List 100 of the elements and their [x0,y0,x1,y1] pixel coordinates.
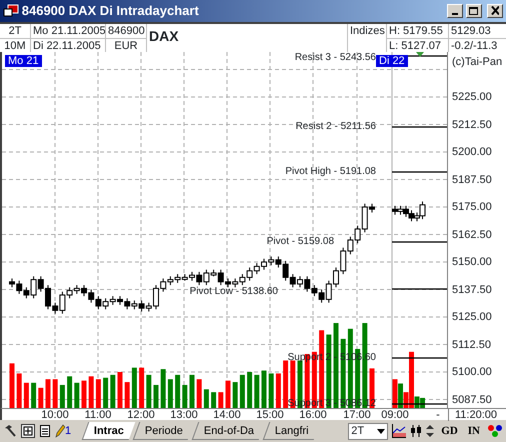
toolbar-button[interactable]: GD [438,422,461,440]
axis-label: 5175.00 [452,201,492,213]
volume-bar [218,392,224,408]
axis-label: - [436,409,440,421]
axis-label: 15:00 [256,409,284,421]
toolbar-button[interactable]: IN [464,422,483,440]
volume-bar [175,374,180,408]
volume-bar [268,373,274,408]
axis-label: 5162.50 [452,228,492,240]
time-label: 11:20:00 [448,409,498,421]
axis-label: 5087.50 [452,394,492,406]
axis-label: 13:00 [170,409,198,421]
maximize-icon [469,7,478,15]
volume-bar [276,373,281,408]
volume-bar [139,368,144,408]
tab[interactable]: Langfri [262,422,320,440]
level-label: Resist 3 - 5243.56 [294,52,377,64]
axis-label: 14:00 [213,409,241,421]
volume-bar [46,379,50,408]
close-icon [490,6,500,16]
close-button[interactable] [487,4,503,18]
volume-bar [283,360,288,408]
code-label: 846900 [106,24,147,39]
volume-bar [146,374,152,408]
axis-label: 10:00 [41,409,69,421]
level-label: Pivot - 5159.08 [266,236,335,248]
axis-label: 16:00 [299,409,327,421]
volume-bar [110,374,116,408]
axis-label: 5200.00 [452,146,492,158]
pencil-icon[interactable] [55,424,65,438]
day-marker: Di 22 [376,55,408,67]
axis-label: 5225.00 [452,91,492,103]
volume-bar [211,392,216,408]
volume-bar [96,379,101,408]
level-line [392,126,447,128]
axis-label: 5112.50 [452,338,491,350]
volume-bar [154,384,158,408]
level-line [392,357,447,359]
day-marker: Mo 21 [5,55,42,67]
axis-label: 11:00 [84,409,112,421]
axis-label: 5100.00 [452,366,492,378]
axis-label: 5150.00 [452,256,492,268]
volume-bar [16,373,22,408]
volume-bar [103,378,108,408]
tab[interactable]: Periode [132,422,194,440]
level-line [408,55,447,57]
maximize-button[interactable] [466,4,482,18]
axis-label: 5137.50 [452,284,492,296]
minimize-button[interactable] [446,4,463,18]
volume-bar [74,382,80,408]
date-label: Mo 21.11.2005 [31,24,106,39]
tab[interactable]: Intrac [82,422,136,440]
colors-icon[interactable] [487,424,503,438]
minimize-icon [452,13,458,15]
axis-label: 09:00 [381,409,409,421]
volume-bar [132,368,137,408]
app-icon [3,4,19,18]
volume-bar [254,374,260,408]
volume-bar [38,388,44,408]
level-label: Resist 2 - 5211.56 [294,121,377,133]
period-select[interactable]: 2T [348,422,388,440]
volume-bar [160,369,166,408]
volume-bar [82,380,86,408]
dropdown-arrow-icon [377,428,386,434]
volume-bar [31,382,36,408]
volume-bar [168,379,173,408]
volume-bar [124,382,130,408]
list-icon[interactable] [39,424,51,438]
volume-bar [52,379,58,408]
volume-bar [182,384,188,408]
volume-bar [60,384,65,408]
candle-icon[interactable] [410,424,422,438]
volume-bar [67,376,72,408]
axis-label: 5212.50 [452,118,492,130]
up-down-icon[interactable] [426,424,434,438]
chart-icon[interactable] [392,424,406,438]
level-label: Pivot High - 5191.08 [284,166,377,178]
volume-bar [190,374,194,408]
volume-bar [24,382,29,408]
axis-label: 5125.00 [452,311,492,323]
volume-bar [118,372,122,408]
volume-bar [10,363,14,408]
volume-bar [240,374,245,408]
volume-bar [226,380,230,408]
period-label: 2T [0,24,31,39]
level-line [392,403,447,405]
volume-bar [247,372,252,408]
axis-label: 17:00 [343,409,371,421]
volume-bar [232,382,238,408]
window-icon[interactable] [21,424,35,438]
window-title: 846900 DAX Di Intradaychart [22,2,200,20]
volume-bar [262,370,266,408]
hammer-icon[interactable] [3,424,17,438]
tab[interactable]: End-of-Da [192,422,266,440]
level-line [392,171,447,173]
volume-bar [204,389,209,408]
level-label: Pivot Low - 5138.60 [188,286,279,298]
volume-bar [88,376,94,408]
copyright-label: (c)Tai-Pan [452,56,502,68]
level-line [392,241,447,243]
